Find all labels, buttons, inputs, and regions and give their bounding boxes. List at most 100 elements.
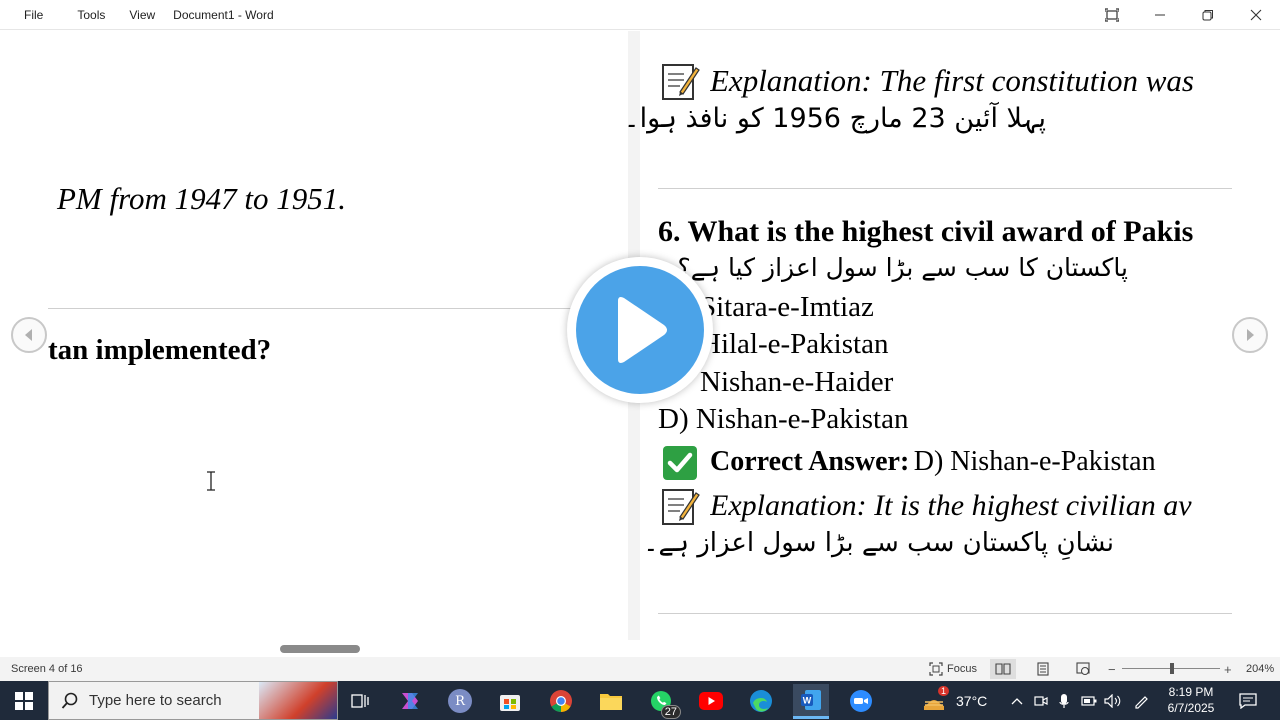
menu-tools[interactable]: Tools: [65, 0, 117, 30]
windows-logo-icon: [15, 692, 33, 710]
correct-answer-label: Correct Answer:: [710, 446, 910, 477]
zoom-app[interactable]: [845, 685, 877, 717]
web-layout-button[interactable]: [1073, 659, 1093, 679]
zoom-slider[interactable]: [1122, 663, 1220, 674]
explanation-top-clip: Explanation: The first constitution was: [710, 63, 1232, 99]
explanation-bottom-clip: Explanation: It is the highest civilian …: [710, 489, 1232, 523]
file-explorer-app[interactable]: [595, 685, 627, 717]
copilot-icon: [402, 693, 418, 709]
zoom-in-button[interactable]: +: [1224, 662, 1232, 677]
page-right[interactable]: Explanation: The first constitution was …: [623, 31, 1280, 640]
start-button[interactable]: [8, 685, 40, 717]
chrome-app[interactable]: [545, 685, 577, 717]
word-icon: W: [801, 690, 821, 710]
chevron-up-icon[interactable]: [1011, 697, 1023, 705]
search-placeholder: Type here to search: [89, 692, 222, 709]
store-app[interactable]: [494, 685, 526, 717]
zoom-slider-thumb[interactable]: [1170, 663, 1174, 674]
restore-icon: [1202, 10, 1213, 21]
zoom-out-button[interactable]: −: [1108, 662, 1116, 677]
urdu-constitution: پہلا آئین 23 مارچ 1956 کو نافذ ہوا۔: [623, 103, 1046, 134]
page-left[interactable]: PM from 1947 to 1951. tan implemented?: [0, 31, 628, 640]
check-mark-icon: [663, 446, 697, 480]
meet-now-icon[interactable]: [1034, 694, 1048, 708]
menu-file[interactable]: File: [0, 0, 65, 30]
memo-icon: [662, 64, 700, 100]
search-icon: [61, 692, 78, 709]
divider-right-1: [658, 188, 1232, 189]
window-controls: [1088, 0, 1280, 30]
word-app[interactable]: W: [793, 684, 829, 719]
divider-left: [48, 308, 628, 309]
youtube-icon: [699, 692, 723, 710]
document-title: Document1 - Word: [173, 7, 274, 22]
focus-button[interactable]: Focus: [929, 662, 977, 676]
taskbar: Type here to search R 27 W 1 37°C 8:19 P…: [0, 681, 1280, 720]
focus-icon: [929, 662, 943, 676]
whatsapp-badge: 27: [660, 705, 681, 719]
focus-label: Focus: [947, 663, 977, 675]
clock-time: 8:19 PM: [1168, 685, 1214, 699]
zoom-level[interactable]: 204%: [1246, 663, 1274, 675]
correct-answer-value: D) Nishan-e-Pakistan: [913, 446, 1156, 477]
next-screen-button[interactable]: [1232, 317, 1268, 353]
r-app-icon: R: [448, 689, 472, 713]
notification-icon[interactable]: [1239, 693, 1257, 709]
divider-right-2: [658, 613, 1232, 614]
copilot-app[interactable]: [394, 685, 426, 717]
print-layout-icon: [1037, 662, 1049, 676]
option-d: D) Nishan-e-Pakistan: [658, 403, 909, 435]
edge-app[interactable]: [745, 685, 777, 717]
clock[interactable]: 8:19 PM 6/7/2025: [1160, 684, 1222, 716]
title-bar: File Tools View Document1 - Word: [0, 0, 1280, 30]
task-view-button[interactable]: [344, 685, 376, 717]
fit-screen-button[interactable]: [1088, 0, 1136, 30]
weather-widget[interactable]: 1 37°C: [922, 681, 987, 720]
explanation-top: Explanation: The first constitution was: [710, 63, 1194, 98]
screen-counter: Screen 4 of 16: [11, 663, 83, 675]
option-a: Sitara-e-Imtiaz: [700, 291, 874, 323]
memo-icon: [662, 489, 700, 525]
close-icon: [1250, 9, 1262, 21]
play-icon: [618, 297, 667, 363]
microphone-icon[interactable]: [1059, 693, 1069, 709]
search-highlight-image: [259, 682, 337, 719]
svg-text:W: W: [803, 696, 812, 706]
store-icon: [500, 695, 520, 711]
option-b: Hilal-e-Pakistan: [700, 328, 889, 360]
web-layout-icon: [1076, 662, 1090, 675]
chevron-left-icon: [25, 329, 32, 341]
horizontal-scrollbar[interactable]: [280, 645, 360, 653]
restore-button[interactable]: [1184, 0, 1232, 30]
read-mode-icon: [995, 663, 1011, 675]
correct-answer-line: Correct Answer: D) Nishan-e-Pakistan: [710, 446, 1156, 478]
previous-screen-button[interactable]: [11, 317, 47, 353]
explanation-bottom: Explanation: It is the highest civilian …: [710, 489, 1192, 522]
status-bar: Screen 4 of 16 Focus − + 204%: [0, 657, 1280, 681]
minimize-button[interactable]: [1136, 0, 1184, 30]
whatsapp-app[interactable]: 27: [645, 685, 681, 719]
battery-icon[interactable]: [1081, 696, 1097, 706]
print-layout-button[interactable]: [1033, 659, 1053, 679]
speaker-icon[interactable]: [1104, 694, 1122, 708]
pm-text: PM from 1947 to 1951.: [57, 181, 347, 216]
pen-icon[interactable]: [1133, 693, 1149, 709]
urdu-question-6: پاکستان کا سب سے بڑا سول اعزاز کیا ہے؟: [677, 253, 1128, 282]
youtube-app[interactable]: [695, 685, 727, 717]
video-play-button[interactable]: [567, 257, 713, 403]
question-6-clip: 6. What is the highest civil award of Pa…: [658, 215, 1232, 249]
task-view-icon: [351, 694, 369, 708]
option-c: Nishan-e-Haider: [700, 366, 894, 398]
edge-icon: [750, 690, 772, 712]
minimize-icon: [1155, 14, 1165, 16]
menu-view[interactable]: View: [117, 0, 167, 30]
weather-alert-badge: 1: [938, 686, 950, 696]
word-window: File Tools View Document1 - Word PM from…: [0, 0, 1280, 720]
text-cursor-icon: [207, 471, 215, 491]
r-app[interactable]: R: [444, 685, 476, 717]
close-button[interactable]: [1232, 0, 1280, 30]
read-mode-button[interactable]: [990, 659, 1016, 679]
chrome-icon: [550, 690, 572, 712]
taskbar-search-box[interactable]: Type here to search: [48, 681, 338, 720]
zoom-app-icon: [850, 690, 872, 712]
